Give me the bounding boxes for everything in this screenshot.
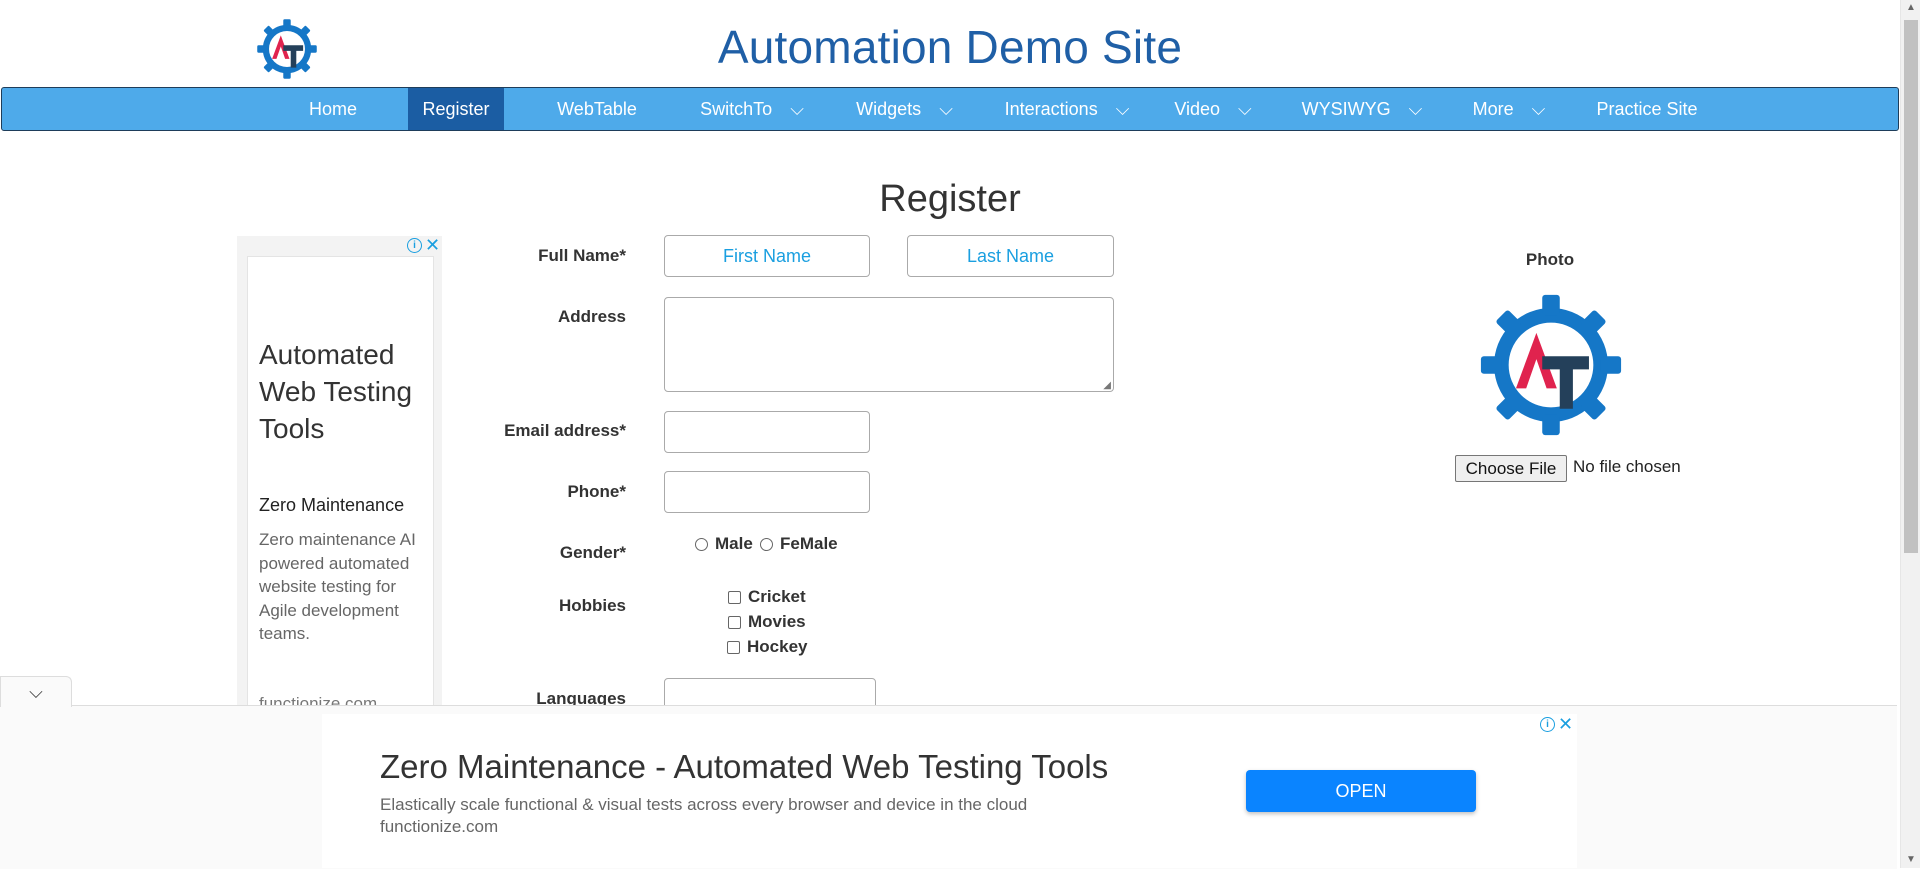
nav-register[interactable]: Register: [408, 88, 504, 130]
nav-practice-site[interactable]: Practice Site: [1587, 88, 1707, 130]
last-name-input[interactable]: Last Name: [907, 235, 1114, 277]
nav-widgets-label: Widgets: [856, 99, 922, 119]
resize-handle-icon[interactable]: ◢: [1103, 381, 1111, 391]
nav-home-label: Home: [308, 99, 357, 119]
nav-switchto-label: SwitchTo: [700, 99, 773, 119]
address-textarea[interactable]: ◢: [664, 297, 1114, 392]
adchoices-info-icon[interactable]: i: [1540, 717, 1555, 732]
hobby-cricket-label: Cricket: [748, 587, 806, 606]
ad-close-icon[interactable]: ✕: [1558, 715, 1573, 733]
chevron-down-icon: ⌵: [1238, 99, 1252, 119]
phone-input[interactable]: [664, 471, 870, 513]
scroll-up-arrow-icon[interactable]: ▲: [1901, 0, 1920, 16]
side-ad-subtitle: Zero Maintenance: [259, 495, 405, 515]
chevron-down-icon: ⌵: [1115, 99, 1130, 119]
email-input[interactable]: [664, 411, 870, 453]
nav-home[interactable]: Home: [292, 88, 374, 130]
hobby-hockey-checkbox[interactable]: [727, 641, 740, 654]
side-ad-title[interactable]: Automated Web Testing Tools: [259, 336, 434, 447]
site-logo[interactable]: [256, 18, 318, 80]
hobby-hockey-label: Hockey: [747, 637, 808, 656]
ad-close-icon[interactable]: ✕: [425, 236, 440, 254]
adchoices-info-icon[interactable]: i: [407, 238, 422, 253]
page-scrollbar[interactable]: ▲ ▼: [1900, 0, 1920, 868]
nav-practice-site-label: Practice Site: [1596, 99, 1698, 119]
side-advertisement[interactable]: i ✕ Automated Web Testing Tools Zero Mai…: [237, 236, 442, 718]
site-title: Automation Demo Site: [717, 21, 1183, 73]
gender-female-radio[interactable]: [760, 538, 773, 551]
nav-switchto[interactable]: SwitchTo ⌵: [692, 88, 812, 130]
no-file-chosen-text: No file chosen: [1573, 457, 1681, 476]
gender-male-label: Male: [715, 534, 753, 553]
nav-webtable[interactable]: WebTable: [542, 88, 652, 130]
nav-video-label: Video: [1174, 99, 1221, 119]
page-heading: Register: [879, 178, 1021, 220]
hobby-movies-checkbox[interactable]: [728, 616, 741, 629]
nav-interactions[interactable]: Interactions ⌵: [997, 88, 1137, 130]
chevron-down-icon: ⌵: [790, 99, 804, 119]
side-ad-description: Zero maintenance AI powered automated we…: [259, 530, 416, 643]
bottom-ad-description: Elastically scale functional & visual te…: [380, 795, 1028, 814]
chevron-down-icon: ⌵: [1408, 99, 1423, 119]
photo-label: Photo: [1525, 250, 1575, 269]
chevron-down-icon: ⌵: [29, 682, 43, 702]
nav-interactions-label: Interactions: [1004, 99, 1098, 119]
gender-female-label: FeMale: [780, 534, 838, 553]
chevron-down-icon: ⌵: [939, 99, 953, 119]
bottom-ad-domain: functionize.com: [380, 817, 499, 836]
nav-widgets[interactable]: Widgets ⌵: [847, 88, 962, 130]
choose-file-button[interactable]: Choose File: [1455, 455, 1567, 482]
nav-register-label: Register: [422, 99, 490, 119]
collapse-ad-button[interactable]: ⌵: [0, 676, 72, 707]
nav-webtable-label: WebTable: [557, 99, 637, 119]
nav-wysiwyg[interactable]: WYSIWYG ⌵: [1297, 88, 1427, 130]
nav-wysiwyg-label: WYSIWYG: [1301, 99, 1391, 119]
ad-open-button[interactable]: OPEN: [1246, 770, 1476, 812]
hobby-cricket-checkbox[interactable]: [728, 591, 741, 604]
side-ad-card: [247, 256, 434, 718]
nav-more[interactable]: More ⌵: [1464, 88, 1554, 130]
nav-more-label: More: [1472, 99, 1514, 119]
photo-preview-logo: [1480, 294, 1622, 436]
bottom-ad-title[interactable]: Zero Maintenance - Automated Web Testing…: [380, 748, 1108, 786]
nav-video[interactable]: Video ⌵: [1167, 88, 1259, 130]
first-name-input[interactable]: First Name: [664, 235, 870, 277]
hobby-movies-label: Movies: [748, 612, 806, 631]
scroll-down-arrow-icon[interactable]: ▼: [1901, 852, 1920, 868]
chevron-down-icon: ⌵: [1531, 99, 1546, 119]
main-navbar: Home Register WebTable SwitchTo ⌵ Widgets…: [1, 87, 1899, 131]
scrollbar-thumb[interactable]: [1904, 20, 1918, 553]
gender-male-radio[interactable]: [695, 538, 708, 551]
